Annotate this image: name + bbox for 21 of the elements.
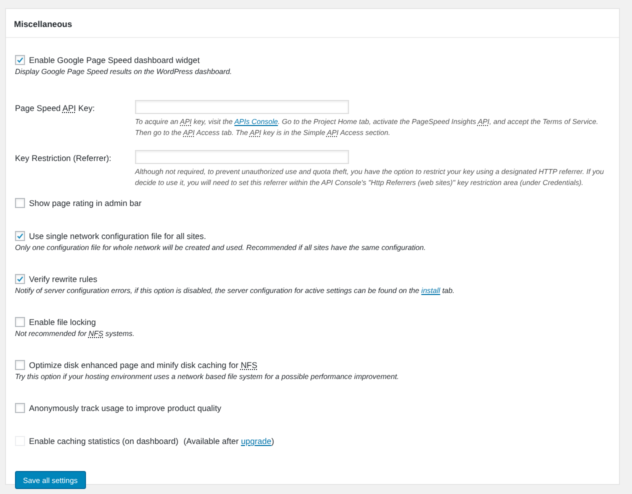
availability-note: (Available after upgrade): [183, 436, 274, 446]
checkbox[interactable]: [15, 55, 25, 65]
checkbox-label: Verify rewrite rules: [29, 274, 98, 284]
checkbox-label: Enable file locking: [29, 317, 96, 327]
checkbox-label: Enable Google Page Speed dashboard widget: [29, 55, 200, 65]
field-label: Key Restriction (Referrer):: [15, 152, 112, 163]
checkbox-label: Enable caching statistics (on dashboard): [29, 436, 178, 446]
checkbox[interactable]: [15, 274, 25, 284]
field-label: Page Speed API Key:: [15, 102, 96, 113]
checkbox[interactable]: [15, 360, 25, 370]
section-title: Miscellaneous: [14, 19, 72, 29]
checkbox[interactable]: [15, 317, 25, 327]
input-field[interactable]: [135, 100, 349, 114]
checkbox[interactable]: [15, 231, 25, 241]
checkbox-label: Anonymously track usage to improve product quality: [29, 403, 222, 413]
checkbox[interactable]: [15, 403, 25, 413]
checkbox-label: Optimize disk enhanced page and minify disk caching for NFS: [29, 360, 258, 370]
checkbox-label: Show page rating in admin bar: [29, 198, 142, 208]
input-field[interactable]: [135, 150, 349, 164]
checkbox-label: Use single network configuration file for all sites.: [29, 231, 206, 241]
checkbox[interactable]: [15, 198, 25, 208]
